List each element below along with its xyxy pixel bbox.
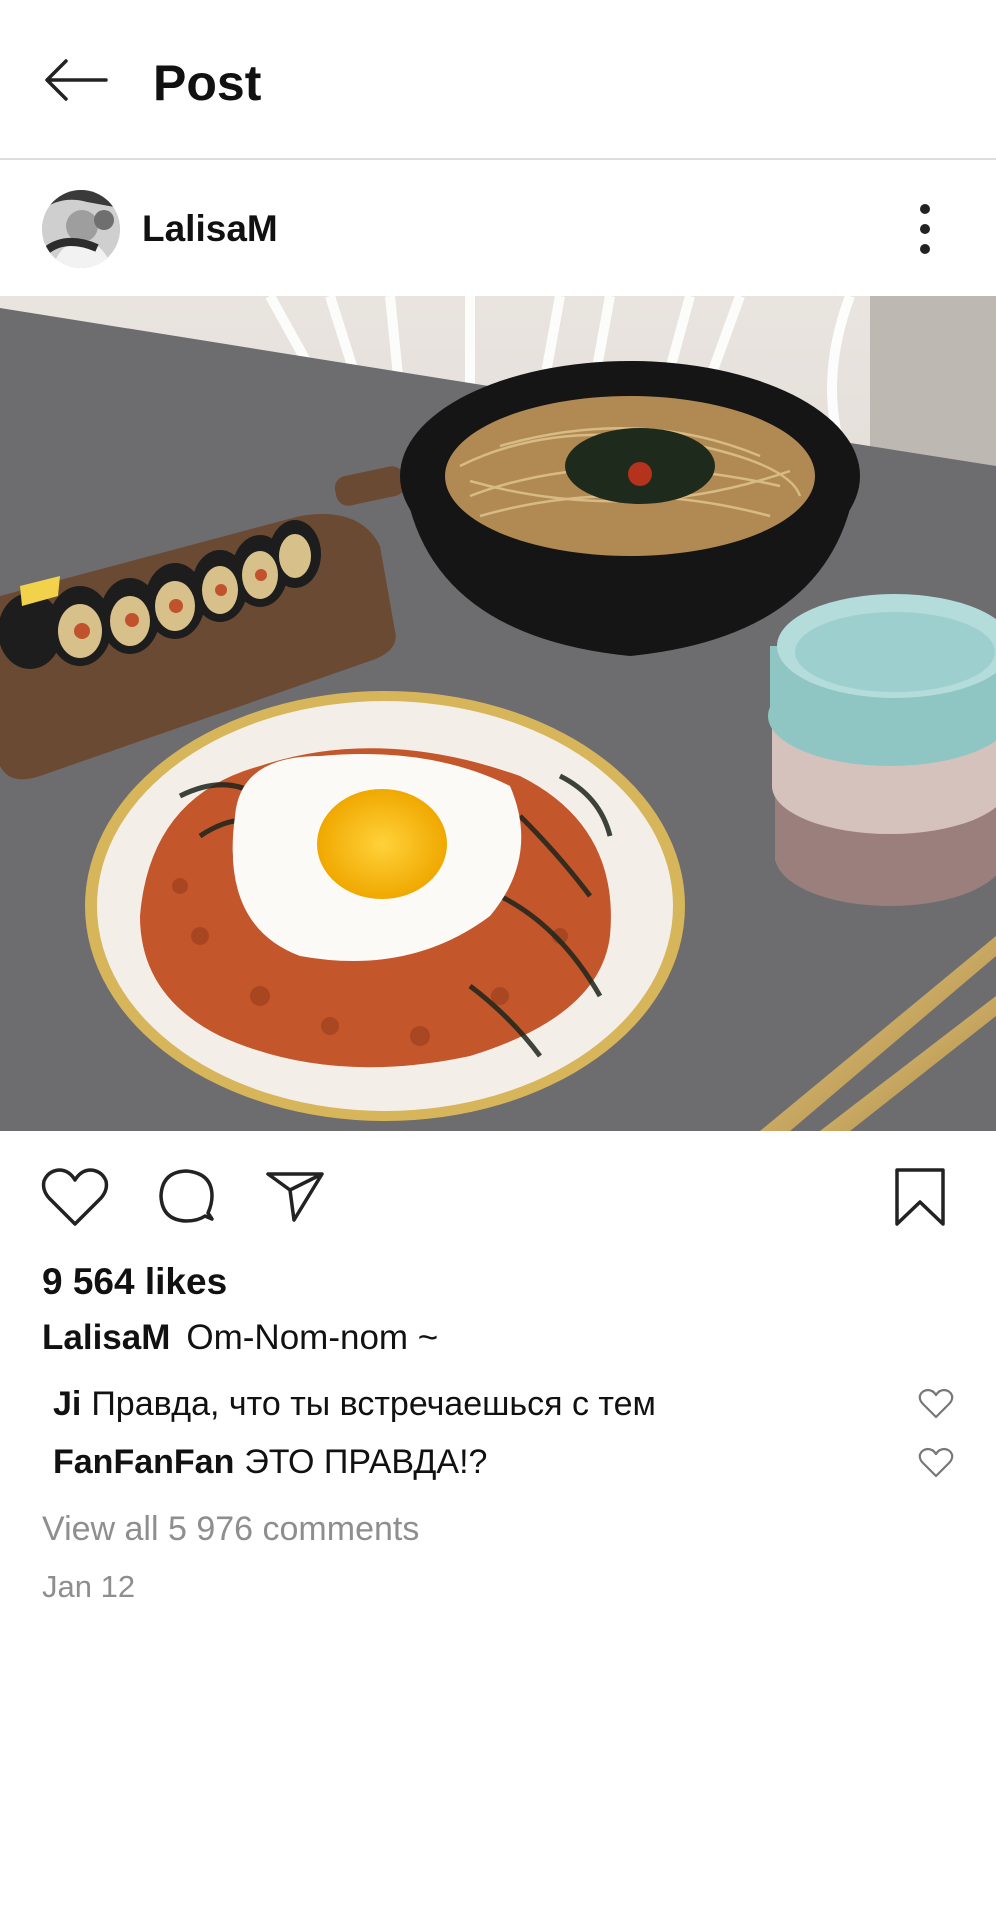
comment-username[interactable]: Ji [53,1385,81,1423]
post-header: LalisaM [0,162,996,296]
avatar[interactable] [42,190,120,268]
more-vertical-icon [920,204,930,254]
comment-bubble-icon [159,1169,214,1223]
like-button[interactable] [40,1166,110,1235]
likes-count[interactable]: 9 564 likes [42,1259,227,1305]
comment-text: Правда, что ты встречаешься с тем [91,1385,656,1423]
top-app-bar: Post [0,0,996,160]
comment-like-button[interactable] [918,1447,954,1479]
comment-text: ЭТО ПРАВДА!? [244,1443,488,1481]
caption-text: Om-Nom-nom ~ [186,1318,439,1357]
comment-item: Ji Правда, что ты встречаешься с тем [53,1382,656,1426]
comment-username[interactable]: FanFanFan [53,1443,234,1481]
paper-plane-icon [266,1172,324,1222]
post-username[interactable]: LalisaM [142,207,278,251]
arrow-left-icon [45,59,108,101]
post-caption: LalisaM Om-Nom-nom ~ [42,1315,438,1361]
heart-outline-icon [918,1447,954,1478]
post-actions [0,1140,996,1250]
post-date: Jan 12 [42,1569,136,1604]
back-button[interactable] [40,52,112,112]
more-options-button[interactable] [910,202,940,256]
comment-like-button[interactable] [918,1388,954,1420]
comment-item: FanFanFan ЭТО ПРАВДА!? [53,1440,487,1484]
heart-outline-icon [41,1168,109,1226]
heart-outline-icon [918,1388,954,1419]
caption-username[interactable]: LalisaM [42,1318,170,1357]
view-all-comments-link[interactable]: View all 5 976 comments [42,1507,419,1551]
post-image[interactable] [0,296,996,1131]
comment-button[interactable] [156,1166,216,1231]
share-button[interactable] [264,1168,326,1229]
bookmark-outline-icon [895,1168,945,1226]
page-title: Post [153,55,262,111]
save-button[interactable] [893,1166,947,1233]
